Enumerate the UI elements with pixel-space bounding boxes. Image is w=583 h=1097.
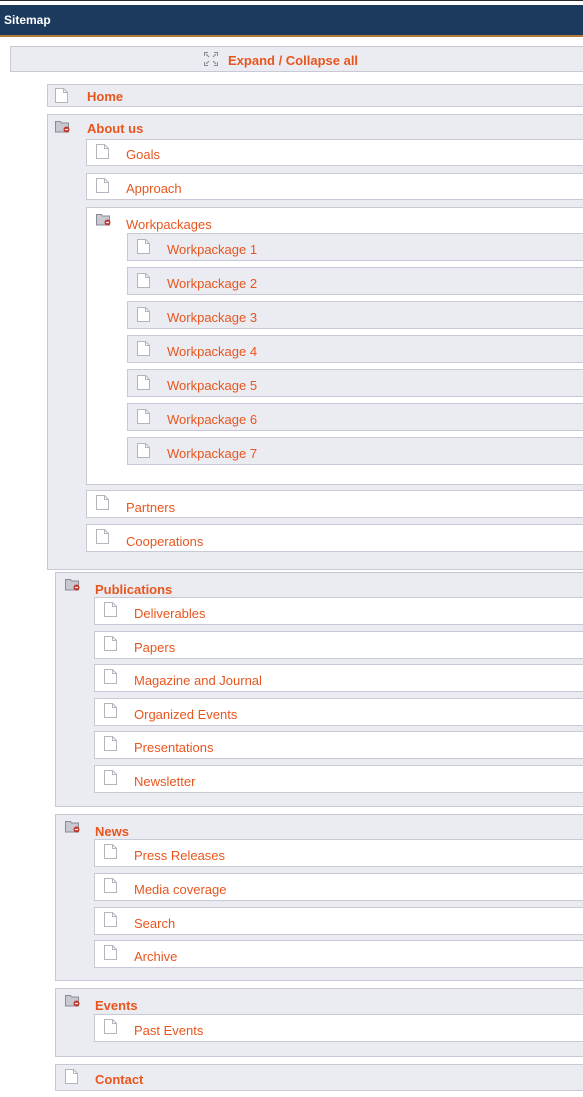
folder-open-icon xyxy=(65,995,80,1007)
page-icon xyxy=(104,602,117,617)
sitemap-item-newsletter[interactable]: Newsletter xyxy=(94,765,583,793)
sitemap-item-goals[interactable]: Goals xyxy=(86,139,583,166)
sitemap-link-magazine-and-journal[interactable]: Magazine and Journal xyxy=(134,673,262,688)
sitemap-link-organized-events[interactable]: Organized Events xyxy=(134,707,237,722)
sitemap-item-press-releases[interactable]: Press Releases xyxy=(94,839,583,867)
sitemap-item-contact[interactable]: Contact xyxy=(55,1064,583,1091)
sitemap-link-home[interactable]: Home xyxy=(87,89,123,104)
page-icon xyxy=(104,770,117,785)
expand-collapse-icon xyxy=(204,52,218,66)
sitemap-link-publications[interactable]: Publications xyxy=(95,582,172,597)
sitemap-link-press-releases[interactable]: Press Releases xyxy=(134,848,225,863)
page-icon xyxy=(137,443,150,458)
page-icon xyxy=(137,375,150,390)
sitemap-link-contact[interactable]: Contact xyxy=(95,1072,143,1087)
sitemap-link-workpackage-6[interactable]: Workpackage 6 xyxy=(167,412,257,427)
sitemap-link-workpackage-2[interactable]: Workpackage 2 xyxy=(167,276,257,291)
sitemap-item-workpackage-3[interactable]: Workpackage 3 xyxy=(127,301,583,329)
page-icon xyxy=(55,88,68,103)
header-accent-line xyxy=(0,35,583,37)
sitemap-link-workpackage-4[interactable]: Workpackage 4 xyxy=(167,344,257,359)
page-icon xyxy=(104,945,117,960)
sitemap-link-cooperations[interactable]: Cooperations xyxy=(126,534,203,549)
sitemap-link-newsletter[interactable]: Newsletter xyxy=(134,774,195,789)
sitemap-item-papers[interactable]: Papers xyxy=(94,631,583,659)
page-icon xyxy=(104,1019,117,1034)
page-title: Sitemap xyxy=(4,13,51,27)
sitemap-item-workpackage-6[interactable]: Workpackage 6 xyxy=(127,403,583,431)
sitemap-item-home[interactable]: Home xyxy=(47,84,583,107)
sitemap-item-workpackage-5[interactable]: Workpackage 5 xyxy=(127,369,583,397)
sitemap-link-news[interactable]: News xyxy=(95,824,129,839)
expand-collapse-label: Expand / Collapse all xyxy=(228,53,359,68)
sitemap-item-organized-events[interactable]: Organized Events xyxy=(94,698,583,726)
page-icon xyxy=(137,307,150,322)
sitemap-link-workpackages[interactable]: Workpackages xyxy=(126,217,212,232)
top-rule xyxy=(0,0,583,1)
sitemap-link-events[interactable]: Events xyxy=(95,998,138,1013)
page-icon xyxy=(104,703,117,718)
page-icon xyxy=(65,1069,78,1084)
page-icon xyxy=(104,912,117,927)
page-icon xyxy=(137,239,150,254)
sitemap-link-presentations[interactable]: Presentations xyxy=(134,740,214,755)
page-icon xyxy=(137,273,150,288)
sitemap-item-search[interactable]: Search xyxy=(94,907,583,935)
page-icon xyxy=(104,636,117,651)
sitemap-item-archive[interactable]: Archive xyxy=(94,940,583,968)
sitemap-header: Sitemap xyxy=(0,5,583,37)
page-icon xyxy=(96,529,109,544)
sitemap-item-deliverables[interactable]: Deliverables xyxy=(94,597,583,625)
page-icon xyxy=(137,341,150,356)
page-icon xyxy=(96,178,109,193)
sitemap-link-about[interactable]: About us xyxy=(87,121,143,136)
page-icon xyxy=(104,844,117,859)
page-icon xyxy=(137,409,150,424)
page-icon xyxy=(104,669,117,684)
sitemap-item-magazine-and-journal[interactable]: Magazine and Journal xyxy=(94,664,583,692)
folder-open-icon xyxy=(55,121,70,133)
page-icon xyxy=(104,736,117,751)
sitemap-link-media-coverage[interactable]: Media coverage xyxy=(134,882,227,897)
sitemap-link-past-events[interactable]: Past Events xyxy=(134,1023,203,1038)
sitemap-link-search[interactable]: Search xyxy=(134,916,175,931)
page-icon xyxy=(96,495,109,510)
sitemap-link-workpackage-7[interactable]: Workpackage 7 xyxy=(167,446,257,461)
sitemap-item-workpackage-4[interactable]: Workpackage 4 xyxy=(127,335,583,363)
expand-collapse-all-button[interactable]: Expand / Collapse all xyxy=(10,46,583,72)
sitemap-link-papers[interactable]: Papers xyxy=(134,640,175,655)
sitemap-link-workpackage-3[interactable]: Workpackage 3 xyxy=(167,310,257,325)
folder-open-icon xyxy=(96,214,111,226)
sitemap-link-workpackage-5[interactable]: Workpackage 5 xyxy=(167,378,257,393)
sitemap-link-archive[interactable]: Archive xyxy=(134,949,177,964)
sitemap-link-partners[interactable]: Partners xyxy=(126,500,175,515)
sitemap-item-cooperations[interactable]: Cooperations xyxy=(86,524,583,552)
sitemap-item-workpackage-1[interactable]: Workpackage 1 xyxy=(127,233,583,261)
sitemap-link-deliverables[interactable]: Deliverables xyxy=(134,606,206,621)
page-icon xyxy=(104,878,117,893)
sitemap-item-partners[interactable]: Partners xyxy=(86,490,583,518)
folder-open-icon xyxy=(65,821,80,833)
sitemap-item-approach[interactable]: Approach xyxy=(86,173,583,200)
sitemap-item-presentations[interactable]: Presentations xyxy=(94,731,583,759)
sitemap-link-workpackage-1[interactable]: Workpackage 1 xyxy=(167,242,257,257)
sitemap-item-media-coverage[interactable]: Media coverage xyxy=(94,873,583,901)
sitemap-item-workpackage-7[interactable]: Workpackage 7 xyxy=(127,437,583,465)
page-icon xyxy=(96,144,109,159)
sitemap-item-past-events[interactable]: Past Events xyxy=(94,1014,583,1042)
folder-open-icon xyxy=(65,579,80,591)
sitemap-link-goals[interactable]: Goals xyxy=(126,147,160,162)
sitemap-item-workpackage-2[interactable]: Workpackage 2 xyxy=(127,267,583,295)
sitemap-link-approach[interactable]: Approach xyxy=(126,181,182,196)
